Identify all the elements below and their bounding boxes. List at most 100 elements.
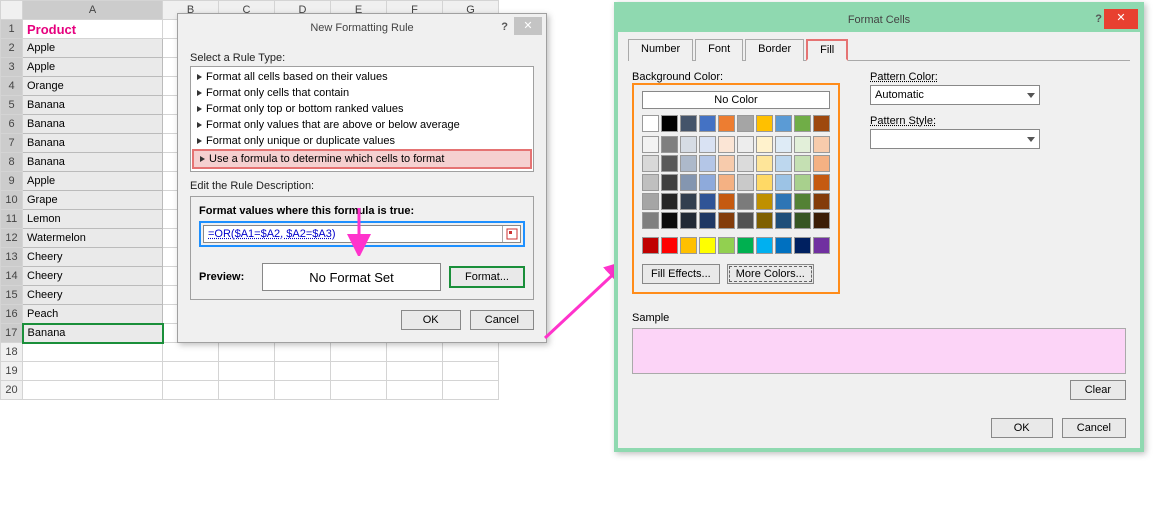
color-swatch[interactable]	[775, 136, 792, 153]
fill-effects-button[interactable]: Fill Effects...	[642, 264, 720, 284]
color-swatch[interactable]	[794, 115, 811, 132]
color-swatch[interactable]	[813, 136, 830, 153]
color-swatch[interactable]	[737, 237, 754, 254]
ok-button[interactable]: OK	[991, 418, 1053, 438]
color-swatch[interactable]	[718, 155, 735, 172]
color-swatch[interactable]	[737, 174, 754, 191]
more-colors-button[interactable]: More Colors...	[727, 264, 814, 284]
color-swatch[interactable]	[737, 115, 754, 132]
cell[interactable]: Apple	[23, 172, 163, 191]
row-header[interactable]: 19	[1, 362, 23, 381]
row-header[interactable]: 1	[1, 20, 23, 39]
row-header[interactable]: 18	[1, 343, 23, 362]
row-header[interactable]: 14	[1, 267, 23, 286]
cell[interactable]	[443, 381, 499, 400]
color-swatch[interactable]	[775, 174, 792, 191]
color-swatch[interactable]	[794, 212, 811, 229]
cell[interactable]: Apple	[23, 39, 163, 58]
rule-type-list[interactable]: Format all cells based on their valuesFo…	[190, 66, 534, 172]
row-header[interactable]: 5	[1, 96, 23, 115]
color-swatch[interactable]	[661, 115, 678, 132]
color-swatch[interactable]	[680, 174, 697, 191]
close-button[interactable]: ✕	[514, 17, 542, 35]
cell[interactable]	[23, 381, 163, 400]
color-swatch[interactable]	[794, 155, 811, 172]
help-button[interactable]: ?	[501, 14, 508, 40]
select-all-corner[interactable]	[1, 1, 23, 20]
color-swatch[interactable]	[661, 136, 678, 153]
color-swatch[interactable]	[775, 193, 792, 210]
color-swatch[interactable]	[718, 193, 735, 210]
cell[interactable]: Banana	[23, 134, 163, 153]
color-swatch[interactable]	[642, 193, 659, 210]
col-header-A[interactable]: A	[23, 1, 163, 20]
cell[interactable]: Cheery	[23, 286, 163, 305]
cancel-button[interactable]: Cancel	[470, 310, 534, 330]
tab-fill[interactable]: Fill	[806, 39, 848, 61]
color-swatch[interactable]	[756, 115, 773, 132]
row-header[interactable]: 12	[1, 229, 23, 248]
cancel-button[interactable]: Cancel	[1062, 418, 1126, 438]
rule-type-item[interactable]: Use a formula to determine which cells t…	[192, 149, 532, 169]
cell[interactable]: Watermelon	[23, 229, 163, 248]
color-swatch[interactable]	[775, 115, 792, 132]
color-swatch[interactable]	[813, 237, 830, 254]
row-header[interactable]: 2	[1, 39, 23, 58]
cell[interactable]: Cheery	[23, 248, 163, 267]
cell[interactable]	[219, 343, 275, 362]
tab-font[interactable]: Font	[695, 39, 743, 61]
row-header[interactable]: 3	[1, 58, 23, 77]
rule-type-item[interactable]: Format all cells based on their values	[191, 69, 533, 85]
cell[interactable]	[387, 362, 443, 381]
close-button[interactable]: ✕	[1104, 9, 1138, 29]
color-swatch[interactable]	[680, 115, 697, 132]
color-swatch[interactable]	[718, 174, 735, 191]
color-swatch[interactable]	[642, 155, 659, 172]
cell[interactable]	[23, 362, 163, 381]
format-button[interactable]: Format...	[449, 266, 525, 288]
rule-type-item[interactable]: Format only values that are above or bel…	[191, 117, 533, 133]
color-swatch[interactable]	[775, 155, 792, 172]
row-header[interactable]: 16	[1, 305, 23, 324]
color-swatch[interactable]	[661, 237, 678, 254]
color-swatch[interactable]	[756, 193, 773, 210]
cell[interactable]: Banana	[23, 115, 163, 134]
row-header[interactable]: 11	[1, 210, 23, 229]
cell[interactable]: Peach	[23, 305, 163, 324]
row-header[interactable]: 7	[1, 134, 23, 153]
row-header[interactable]: 17	[1, 324, 23, 343]
row-header[interactable]: 9	[1, 172, 23, 191]
rule-type-item[interactable]: Format only top or bottom ranked values	[191, 101, 533, 117]
range-picker-icon[interactable]	[502, 226, 520, 242]
color-swatch[interactable]	[699, 136, 716, 153]
color-swatch[interactable]	[718, 115, 735, 132]
cell[interactable]	[275, 381, 331, 400]
cell[interactable]: Lemon	[23, 210, 163, 229]
color-swatch[interactable]	[756, 155, 773, 172]
color-swatch[interactable]	[699, 193, 716, 210]
rule-type-item[interactable]: Format only cells that contain	[191, 85, 533, 101]
color-swatch[interactable]	[661, 174, 678, 191]
color-swatch[interactable]	[737, 193, 754, 210]
ok-button[interactable]: OK	[401, 310, 461, 330]
cell[interactable]	[275, 343, 331, 362]
cell[interactable]: Banana	[23, 153, 163, 172]
tab-border[interactable]: Border	[745, 39, 804, 61]
cell[interactable]: Banana	[23, 96, 163, 115]
color-swatch[interactable]	[680, 212, 697, 229]
color-swatch[interactable]	[737, 136, 754, 153]
color-swatch[interactable]	[680, 193, 697, 210]
pattern-style-select[interactable]	[870, 129, 1040, 149]
color-swatch[interactable]	[813, 174, 830, 191]
clear-button[interactable]: Clear	[1070, 380, 1126, 400]
color-swatch[interactable]	[718, 237, 735, 254]
color-swatch[interactable]	[737, 155, 754, 172]
color-swatch[interactable]	[813, 212, 830, 229]
cell[interactable]: Cheery	[23, 267, 163, 286]
color-swatch[interactable]	[756, 136, 773, 153]
color-swatch[interactable]	[642, 174, 659, 191]
color-swatch[interactable]	[737, 212, 754, 229]
color-swatch[interactable]	[680, 237, 697, 254]
tab-number[interactable]: Number	[628, 39, 693, 61]
color-swatch[interactable]	[756, 237, 773, 254]
